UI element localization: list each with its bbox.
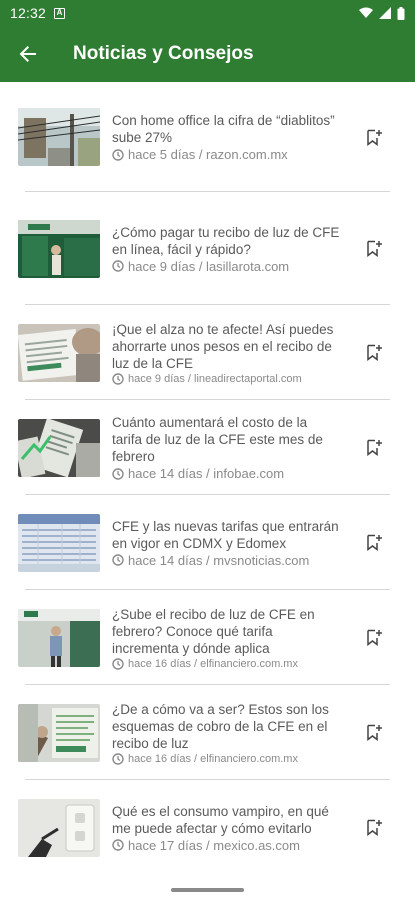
bookmark-add-icon [367, 534, 382, 551]
bookmark-add-icon [367, 629, 382, 646]
clock-icon [112, 467, 124, 480]
clock-icon [112, 372, 124, 385]
bookmark-button[interactable] [363, 817, 385, 839]
news-meta: hace 5 días / razon.com.mx [112, 147, 340, 162]
status-bar: 12:32 A [0, 0, 415, 26]
news-headline: ¿De a cómo va a ser? Estos son los esque… [112, 701, 329, 751]
clock-icon [112, 657, 124, 670]
app-bar: Noticias y Consejos [0, 26, 415, 82]
news-headline: Cuánto aumentará el costo de la tarifa d… [112, 415, 323, 464]
news-source: hace 16 días / elfinanciero.com.mx [128, 657, 298, 670]
bookmark-add-icon [367, 819, 382, 836]
bookmark-button[interactable] [363, 437, 385, 459]
news-meta: hace 16 días / elfinanciero.com.mx [112, 658, 340, 670]
news-item[interactable]: Cuánto aumentará el costo de la tarifa d… [0, 400, 415, 495]
news-thumbnail [18, 798, 100, 857]
back-button[interactable] [0, 26, 56, 82]
clock-icon [112, 752, 124, 765]
news-source: hace 16 días / elfinanciero.com.mx [128, 752, 298, 765]
news-thumbnail [18, 323, 100, 382]
news-item[interactable]: CFE y las nuevas tarifas que entrarán en… [0, 495, 415, 590]
bookmark-add-icon [367, 129, 382, 146]
news-source: hace 17 días / mexico.as.com [128, 837, 300, 853]
bookmark-add-icon [367, 439, 382, 456]
status-icons [359, 6, 405, 20]
clock-icon [112, 148, 124, 161]
news-item[interactable]: ¿De a cómo va a ser? Estos son los esque… [0, 685, 415, 780]
bookmark-button[interactable] [363, 126, 385, 148]
news-thumbnail [18, 608, 100, 667]
battery-icon [397, 6, 405, 20]
news-meta: hace 14 días / infobae.com [112, 466, 340, 481]
news-meta: hace 16 días / elfinanciero.com.mx [112, 753, 340, 765]
news-headline: ¡Que el alza no te afecte! Así puedes ah… [112, 321, 334, 371]
news-item[interactable]: Con home office la cifra de “diablitos” … [0, 82, 415, 192]
gesture-navigation-bar[interactable] [171, 888, 244, 892]
news-thumbnail [18, 703, 100, 762]
news-thumbnail [18, 219, 100, 278]
news-meta: hace 9 días / lineadirectaportal.com [112, 373, 340, 385]
clock-icon [112, 839, 124, 851]
signal-icon [379, 7, 391, 19]
news-source: hace 9 días / lasillarota.com [128, 258, 290, 274]
news-thumbnail [18, 513, 100, 572]
news-thumbnail [18, 418, 100, 477]
news-item[interactable]: ¡Que el alza no te afecte! Así puedes ah… [0, 305, 415, 400]
news-source: hace 14 días / infobae.com [128, 466, 285, 481]
news-source: hace 9 días / lineadirectaportal.com [128, 372, 302, 385]
news-headline: CFE y las nuevas tarifas que entrarán en… [112, 518, 339, 551]
news-headline: Qué es el consumo vampiro, en qué me pue… [112, 803, 329, 836]
news-headline: Con home office la cifra de “diablitos” … [112, 113, 335, 145]
status-time: 12:32 [10, 5, 47, 21]
bookmark-add-icon [367, 240, 382, 257]
wifi-icon [359, 7, 373, 18]
news-list: Con home office la cifra de “diablitos” … [0, 82, 415, 875]
bookmark-button[interactable] [363, 627, 385, 649]
news-item[interactable]: ¿Sube el recibo de luz de CFE en febrero… [0, 590, 415, 685]
notification-icon: A [54, 7, 66, 19]
bookmark-add-icon [367, 344, 382, 361]
news-source: hace 14 días / mvsnoticias.com [128, 552, 310, 568]
bookmark-button[interactable] [363, 238, 385, 260]
bookmark-button[interactable] [363, 722, 385, 744]
news-headline: ¿Cómo pagar tu recibo de luz de CFE en l… [112, 224, 340, 257]
bookmark-button[interactable] [363, 532, 385, 554]
news-meta: hace 9 días / lasillarota.com [112, 259, 340, 274]
bookmark-button[interactable] [363, 342, 385, 364]
news-item[interactable]: ¿Cómo pagar tu recibo de luz de CFE en l… [0, 192, 415, 305]
news-thumbnail [18, 108, 100, 166]
news-meta: hace 17 días / mexico.as.com [112, 838, 340, 853]
page-title: Noticias y Consejos [73, 43, 254, 64]
arrow-back-icon [19, 46, 36, 62]
news-headline: ¿Sube el recibo de luz de CFE en febrero… [112, 606, 315, 656]
clock-icon [112, 260, 124, 272]
bookmark-add-icon [367, 724, 382, 741]
news-item[interactable]: Qué es el consumo vampiro, en qué me pue… [0, 780, 415, 875]
news-meta: hace 14 días / mvsnoticias.com [112, 553, 340, 568]
news-source: hace 5 días / razon.com.mx [128, 147, 288, 162]
clock-icon [112, 554, 124, 566]
